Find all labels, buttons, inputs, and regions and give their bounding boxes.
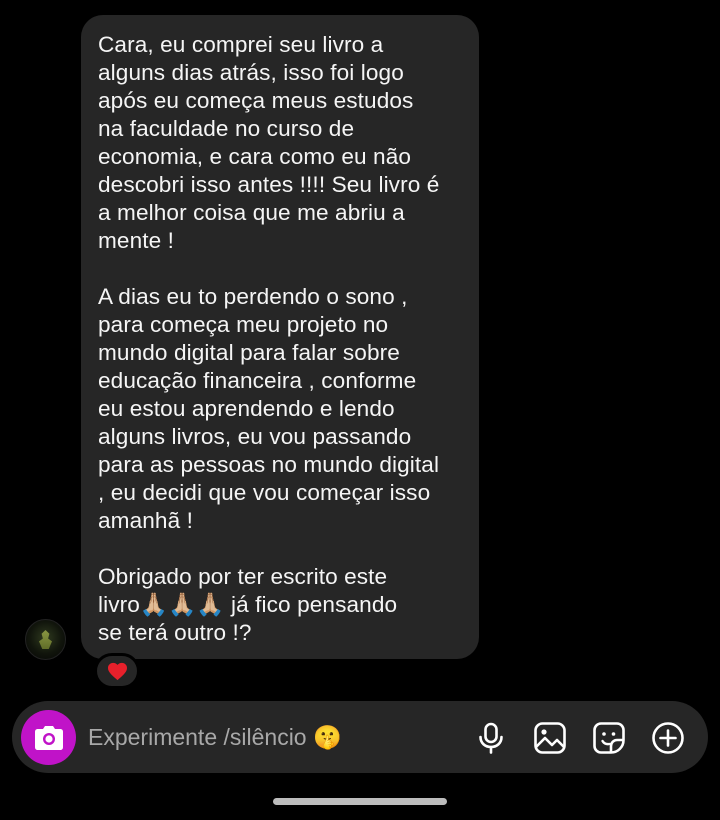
sticker-button[interactable]	[591, 720, 627, 756]
heart-reaction[interactable]	[94, 653, 140, 689]
camera-icon	[34, 725, 63, 750]
add-icon	[652, 722, 684, 754]
microphone-icon	[479, 722, 503, 754]
sender-avatar[interactable]	[25, 619, 66, 660]
sticker-icon	[593, 722, 625, 754]
avatar-image	[39, 630, 52, 649]
message-bubble[interactable]: Cara, eu comprei seu livro a alguns dias…	[81, 15, 479, 659]
message-composer	[12, 701, 708, 773]
microphone-button[interactable]	[473, 720, 509, 756]
message-paragraph-3: Obrigado por ter escrito este livro🙏🏼🙏🏼🙏…	[98, 564, 398, 645]
gallery-button[interactable]	[532, 720, 568, 756]
home-indicator[interactable]	[273, 798, 447, 805]
message-input[interactable]	[88, 720, 458, 754]
message-paragraph-2: A dias eu to perdendo o sono , para come…	[98, 284, 440, 533]
camera-button[interactable]	[21, 710, 76, 765]
add-button[interactable]	[650, 720, 686, 756]
gallery-icon	[534, 722, 566, 754]
message-paragraph-1: Cara, eu comprei seu livro a alguns dias…	[98, 32, 440, 253]
heart-icon	[107, 662, 127, 680]
